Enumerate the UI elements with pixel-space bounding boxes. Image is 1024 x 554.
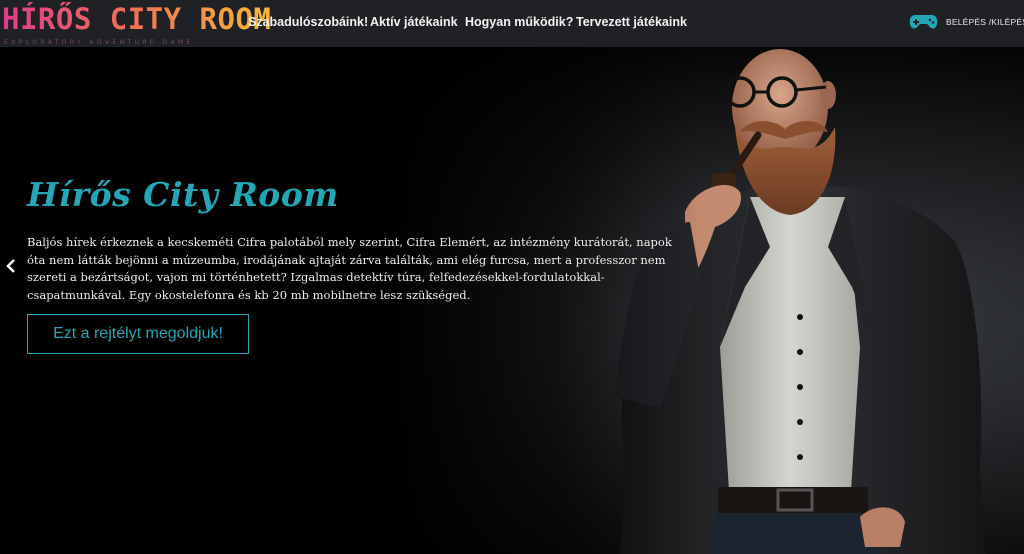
solve-mystery-button[interactable]: Ezt a rejtélyt megoldjuk!	[27, 314, 249, 354]
login-logout-link[interactable]: BELÉPÉS /KILÉPÉS	[909, 13, 1024, 31]
nav-item-escape-rooms[interactable]: Szabadulószobáink!	[248, 15, 368, 29]
hero-description: Baljós hírek érkeznek a kecskeméti Cifra…	[27, 235, 672, 302]
hero-title: Hírős City Room	[27, 175, 339, 214]
nav-item-planned-games[interactable]: Tervezett játékaink	[576, 15, 687, 29]
chevron-left-icon[interactable]	[4, 258, 18, 274]
login-logout-label: BELÉPÉS /KILÉPÉS	[946, 17, 1024, 27]
brand-title: HÍRŐS CITY ROOM	[2, 2, 272, 36]
hero-slider: Hírős City Room Baljós hírek érkeznek a …	[0, 47, 1024, 554]
nav-item-how-it-works[interactable]: Hogyan működik?	[465, 15, 573, 29]
gamepad-icon	[909, 15, 938, 29]
brand-logo[interactable]: HÍRŐS CITY ROOM EXPLORATORY ADVENTURE GA…	[2, 2, 271, 46]
top-navbar: HÍRŐS CITY ROOM EXPLORATORY ADVENTURE GA…	[0, 0, 1024, 47]
brand-subtitle: EXPLORATORY ADVENTURE GAME	[4, 39, 194, 46]
nav-item-active-games[interactable]: Aktív játékaink	[370, 15, 458, 29]
